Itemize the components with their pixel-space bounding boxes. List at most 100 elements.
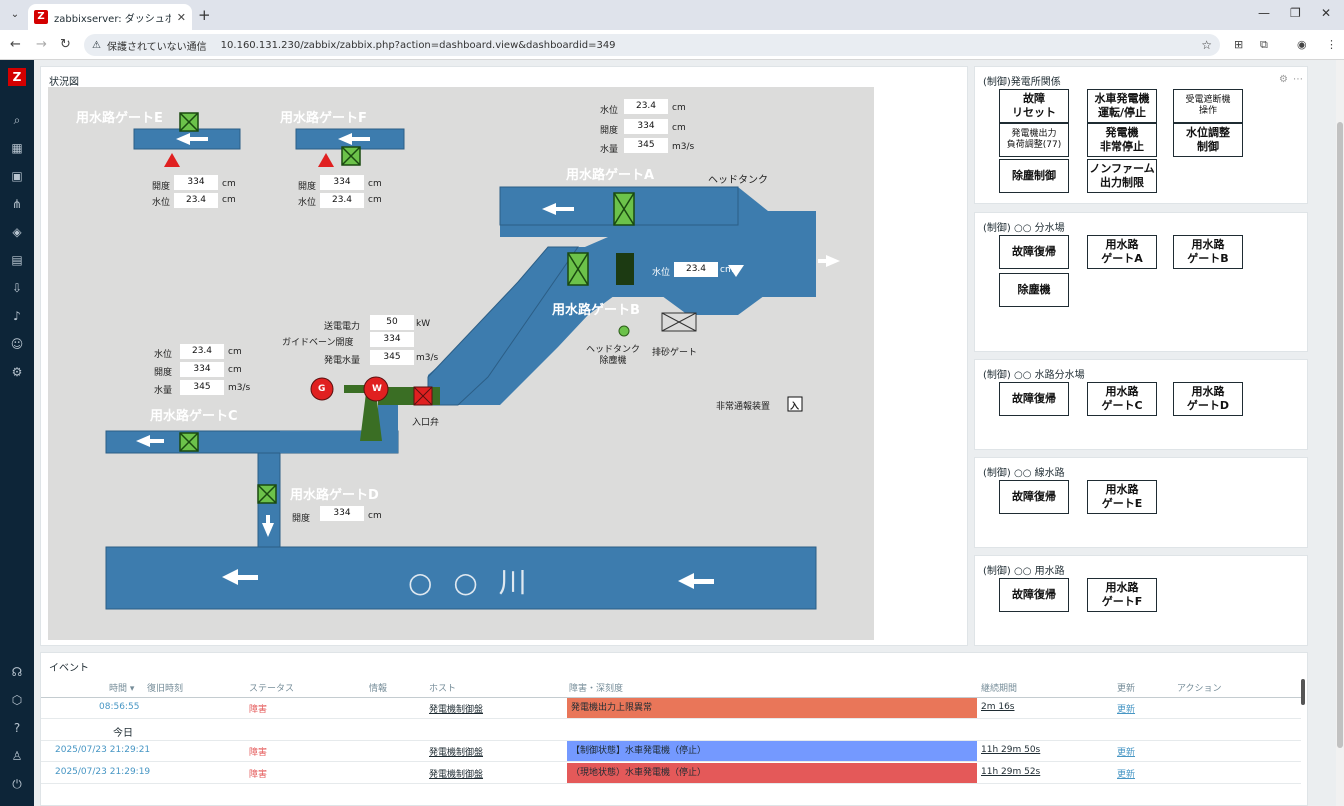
head-tank-level-unit: cm [720,265,734,275]
gate-c-flow-label: 水量 [154,386,173,396]
administration-icon[interactable]: ⚙ [9,364,25,380]
irrigation-fault-recovery-button[interactable]: 故障復帰 [999,578,1069,612]
generator-icon[interactable]: G [318,384,325,394]
generator-emergency-stop-button[interactable]: 発電機 非常停止 [1087,123,1157,157]
event-duration[interactable]: 11h 29m 52s [981,767,1040,777]
window-close-icon[interactable]: ✕ [1321,6,1331,20]
support-icon[interactable]: ☊ [9,664,25,680]
col-update: 更新 [1117,684,1136,694]
gate-c-opening-label: 開度 [154,368,173,378]
river-label: ○ ○ 川 [408,566,533,599]
gate-f-level-unit: cm [368,195,382,205]
alerts-icon[interactable]: ♪ [9,308,25,324]
gate-b-button[interactable]: 用水路 ゲートB [1173,235,1243,269]
events-scrollbar[interactable] [1301,679,1305,705]
canal-fault-recovery-button[interactable]: 故障復帰 [999,382,1069,416]
event-problem[interactable]: 【制御状態】水車発電機（停止） [567,741,977,761]
users-icon[interactable]: ☺ [9,336,25,352]
non-firm-output-limit-button[interactable]: ノンファーム 出力制限 [1087,159,1157,193]
inventory-icon[interactable]: ◈ [9,224,25,240]
search-icon[interactable]: ⌕ [9,112,25,128]
event-duration[interactable]: 2m 16s [981,702,1015,712]
output-load-adjust-button[interactable]: 発電機出力 負荷調整(77) [999,123,1069,157]
translate-icon[interactable]: ⊞ [1234,38,1243,51]
network-icon[interactable]: ⋔ [9,196,25,212]
power-value: 50 [370,315,414,330]
sign-out-icon[interactable]: ⏻ [9,776,25,792]
event-update-link[interactable]: 更新 [1117,767,1135,780]
minimize-icon[interactable]: — [1258,6,1270,20]
profile-icon[interactable]: ◉ [1297,38,1307,51]
close-icon[interactable]: ✕ [177,11,186,24]
event-time[interactable]: 08:56:55 [99,702,139,712]
zabbix-logo[interactable]: Z [8,68,26,86]
new-tab-icon[interactable]: + [198,6,211,24]
turbine-run-stop-button[interactable]: 水車発電機 運転/停止 [1087,89,1157,123]
water-level-control-button[interactable]: 水位調整 制御 [1173,123,1243,157]
gate-d-button[interactable]: 用水路 ゲートD [1173,382,1243,416]
restore-icon[interactable]: ❐ [1290,6,1301,20]
control-panel-branch-title: (制御) ○○ 分水場 [983,223,1065,234]
gate-b-label: 用水路ゲートB [552,303,640,318]
gate-e-button[interactable]: 用水路 ゲートE [1087,480,1157,514]
menu-icon[interactable]: ⋮ [1326,38,1337,51]
breaker-operation-button[interactable]: 受電遮断機 操作 [1173,89,1243,123]
monitoring-icon[interactable]: ▣ [9,168,25,184]
event-time[interactable]: 2025/07/23 21:29:21 [55,745,150,755]
gate-f-button[interactable]: 用水路 ゲートF [1087,578,1157,612]
page-scrollbar-thumb[interactable] [1337,122,1343,748]
emergency-label: 非常通報装置 [716,402,771,412]
reload-icon[interactable]: ↻ [60,37,71,52]
line-fault-recovery-button[interactable]: 故障復帰 [999,480,1069,514]
col-time[interactable]: 時間 ▾ [109,681,134,694]
event-host[interactable]: 発電機制御盤 [429,745,483,758]
dust-remover-button[interactable]: 除塵機 [999,273,1069,307]
dust-removal-control-button[interactable]: 除塵制御 [999,159,1069,193]
event-problem[interactable]: （現地状態）水車発電機（停止） [567,763,977,783]
data-collection-icon[interactable]: ⇩ [9,280,25,296]
gate-c-label: 用水路ゲートC [150,409,238,424]
bookmark-star-icon[interactable]: ☆ [1201,38,1212,52]
turbine-icon[interactable]: W [372,384,382,394]
top-level-value: 23.4 [624,99,668,114]
gate-a-button[interactable]: 用水路 ゲートA [1087,235,1157,269]
url-text[interactable]: 10.160.131.230/zabbix/zabbix.php?action=… [221,40,616,51]
control-panel-irrigation: (制御) ○○ 用水路 故障復帰 用水路 ゲートF [974,555,1308,646]
event-host[interactable]: 発電機制御盤 [429,767,483,780]
table-row[interactable]: 2025/07/23 21:29:21 障害 発電機制御盤 【制御状態】水車発電… [41,740,1301,762]
fault-reset-button[interactable]: 故障 リセット [999,89,1069,123]
gate-c-button[interactable]: 用水路 ゲートC [1087,382,1157,416]
tab-search-icon[interactable]: ⌄ [6,6,24,24]
integrations-icon[interactable]: ⬡ [9,692,25,708]
top-flow-unit: m3/s [672,142,695,152]
control-panel-canal-branch: (制御) ○○ 水路分水場 故障復帰 用水路 ゲートC 用水路 ゲートD [974,359,1308,450]
warning-icon: ⚠ [92,39,101,51]
address-bar[interactable]: ⚠ 保護されていない通信 10.160.131.230/zabbix/zabbi… [84,34,1220,56]
col-host: ホスト [429,684,457,694]
col-info: 情報 [369,684,388,694]
browser-tabstrip: ⌄ Z zabbixserver: ダッシュボード ✕ + — ❐ ✕ [0,0,1344,30]
event-duration[interactable]: 11h 29m 50s [981,745,1040,755]
event-problem[interactable]: 発電機出力上限異常 [567,698,977,718]
extensions-icon[interactable]: ⧉ [1260,38,1268,52]
reports-icon[interactable]: ▤ [9,252,25,268]
table-row[interactable]: 08:56:55 障害 発電機制御盤 発電機出力上限異常 2m 16s 更新 [41,697,1301,719]
browser-tab[interactable]: Z zabbixserver: ダッシュボード ✕ [28,4,192,30]
event-update-link[interactable]: 更新 [1117,702,1135,715]
forward-icon[interactable]: → [36,37,47,52]
gear-icon[interactable]: ⚙ [1279,74,1288,85]
back-icon[interactable]: ← [10,37,21,52]
branch-fault-recovery-button[interactable]: 故障復帰 [999,235,1069,269]
event-update-link[interactable]: 更新 [1117,745,1135,758]
event-host[interactable]: 発電機制御盤 [429,702,483,715]
col-actions: アクション [1177,684,1222,694]
event-time[interactable]: 2025/07/23 21:29:19 [55,767,150,777]
event-status: 障害 [249,748,268,758]
help-icon[interactable]: ? [9,720,25,736]
dashboard-icon[interactable]: ▦ [9,140,25,156]
table-row[interactable]: 2025/07/23 21:29:19 障害 発電機制御盤 （現地状態）水車発電… [41,762,1301,784]
gen-flow-label: 発電水量 [324,356,361,366]
user-settings-icon[interactable]: ♙ [9,748,25,764]
control-panel-line-canal-title: (制御) ○○ 線水路 [983,468,1065,479]
more-icon[interactable]: ⋯ [1293,74,1303,85]
